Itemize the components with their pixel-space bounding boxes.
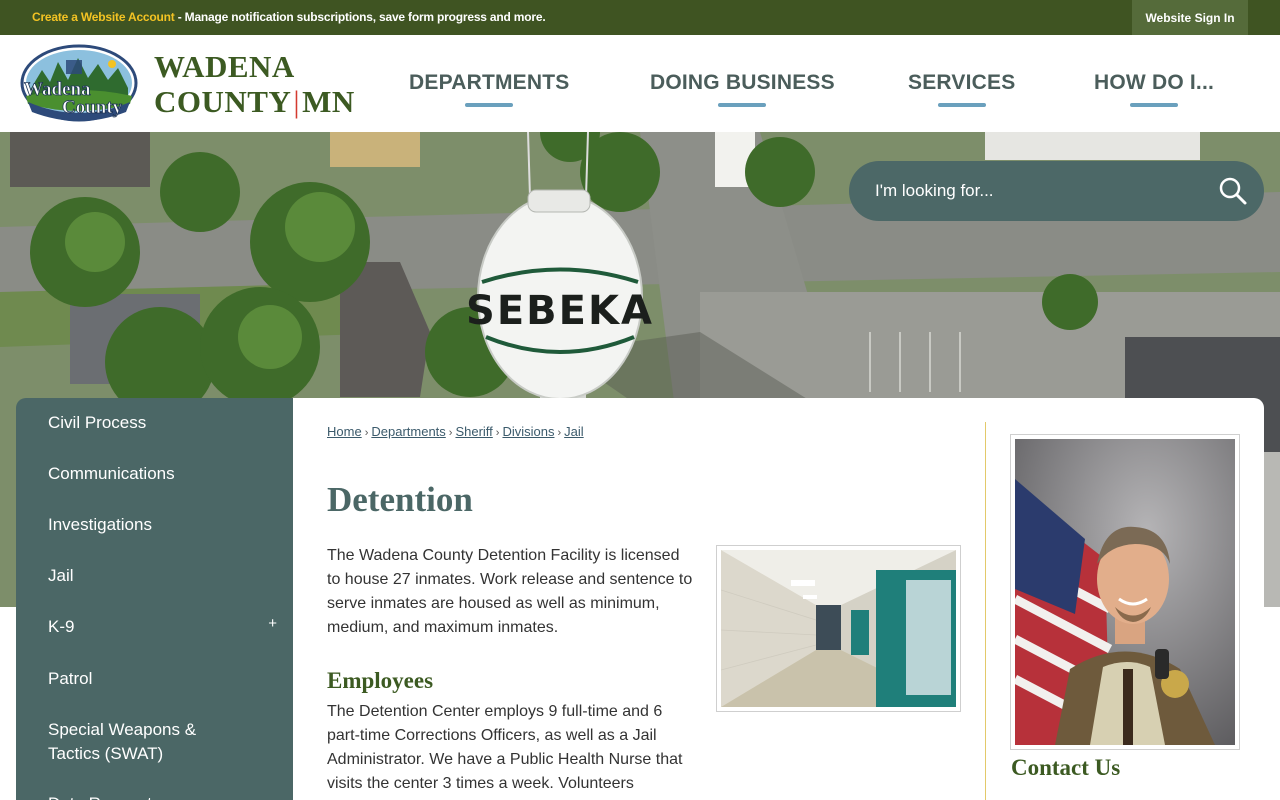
notification-bar: Create a Website Account - Manage notifi… bbox=[0, 0, 1280, 35]
site-header: Wadena County WADENA COUNTY|MN DEPARTMEN… bbox=[0, 35, 1280, 132]
brand-state: MN bbox=[302, 84, 355, 119]
sidebar-item-swat[interactable]: Special Weapons & Tactics (SWAT) bbox=[48, 718, 218, 766]
nav-label: SERVICES bbox=[908, 71, 1016, 94]
nav-doing-business[interactable]: DOING BUSINESS bbox=[650, 71, 835, 107]
brand-line-1: WADENA bbox=[154, 49, 295, 84]
site-brand[interactable]: WADENA COUNTY|MN bbox=[154, 49, 355, 119]
site-search bbox=[849, 161, 1264, 221]
employees-paragraph: The Detention Center employs 9 full-time… bbox=[327, 703, 683, 792]
sidebar-item-patrol[interactable]: Patrol bbox=[48, 667, 278, 691]
sidebar-item-investigations[interactable]: Investigations bbox=[48, 513, 278, 537]
create-account-link[interactable]: Create a Website Account bbox=[32, 10, 175, 24]
nav-departments[interactable]: DEPARTMENTS bbox=[409, 71, 570, 107]
nav-underline bbox=[1130, 103, 1179, 107]
sidebar-item-civil-process[interactable]: Civil Process bbox=[48, 411, 278, 435]
nav-underline bbox=[718, 103, 767, 107]
county-logo[interactable]: Wadena County bbox=[20, 44, 138, 122]
brand-county: COUNTY bbox=[154, 84, 292, 119]
nav-label: DOING BUSINESS bbox=[650, 71, 835, 94]
sidebar-item-k9[interactable]: K-9 bbox=[48, 615, 278, 639]
sidebar-item-jail[interactable]: Jail bbox=[48, 564, 278, 588]
nav-how-do-i[interactable]: HOW DO I... bbox=[1094, 71, 1215, 107]
breadcrumb-jail[interactable]: Jail bbox=[564, 424, 584, 439]
intro-paragraph: The Wadena County Detention Facility is … bbox=[327, 547, 693, 636]
breadcrumb-divisions[interactable]: Divisions bbox=[502, 424, 554, 439]
brand-line-2: COUNTY|MN bbox=[154, 84, 355, 119]
website-sign-in-button[interactable]: Website Sign In bbox=[1132, 0, 1248, 35]
column-divider bbox=[985, 422, 986, 800]
jail-administrator-portrait bbox=[1010, 434, 1240, 750]
nav-underline bbox=[465, 103, 514, 107]
search-input[interactable] bbox=[875, 177, 1195, 205]
breadcrumb-home[interactable]: Home bbox=[327, 424, 362, 439]
notification-text: - Manage notification subscriptions, sav… bbox=[174, 10, 546, 24]
breadcrumb-departments[interactable]: Departments bbox=[371, 424, 445, 439]
breadcrumb-separator: › bbox=[448, 427, 453, 439]
search-icon[interactable] bbox=[1218, 176, 1248, 206]
contact-us-heading: Contact Us bbox=[1011, 755, 1121, 780]
jail-hallway-photo bbox=[716, 545, 961, 712]
sidebar-item-communications[interactable]: Communications bbox=[48, 462, 278, 486]
nav-underline bbox=[937, 103, 986, 107]
breadcrumb-separator: › bbox=[364, 427, 369, 439]
breadcrumb-sheriff[interactable]: Sheriff bbox=[455, 424, 492, 439]
page-title: Detention bbox=[327, 480, 473, 519]
sidebar-item-data-requests[interactable]: Data Requests bbox=[48, 792, 278, 800]
nav-label: HOW DO I... bbox=[1094, 71, 1215, 94]
breadcrumb-separator: › bbox=[557, 427, 562, 439]
employees-heading: Employees bbox=[327, 668, 434, 693]
notification-message: Create a Website Account - Manage notifi… bbox=[32, 10, 546, 24]
nav-services[interactable]: SERVICES bbox=[908, 71, 1016, 107]
logo-word-county: County bbox=[62, 97, 123, 118]
breadcrumb: Home › Departments › Sheriff › Divisions › Jail bbox=[327, 424, 584, 439]
nav-label: DEPARTMENTS bbox=[409, 71, 570, 94]
water-tower-lettering: SEBEKA bbox=[466, 288, 654, 334]
main-content: Home › Departments › Sheriff › Divisions › Jail … bbox=[293, 398, 1264, 800]
brand-divider: | bbox=[293, 84, 301, 119]
expand-k9-button[interactable]: + bbox=[268, 615, 277, 632]
sidebar-nav: Civil Process Communications Investigati… bbox=[16, 398, 293, 800]
